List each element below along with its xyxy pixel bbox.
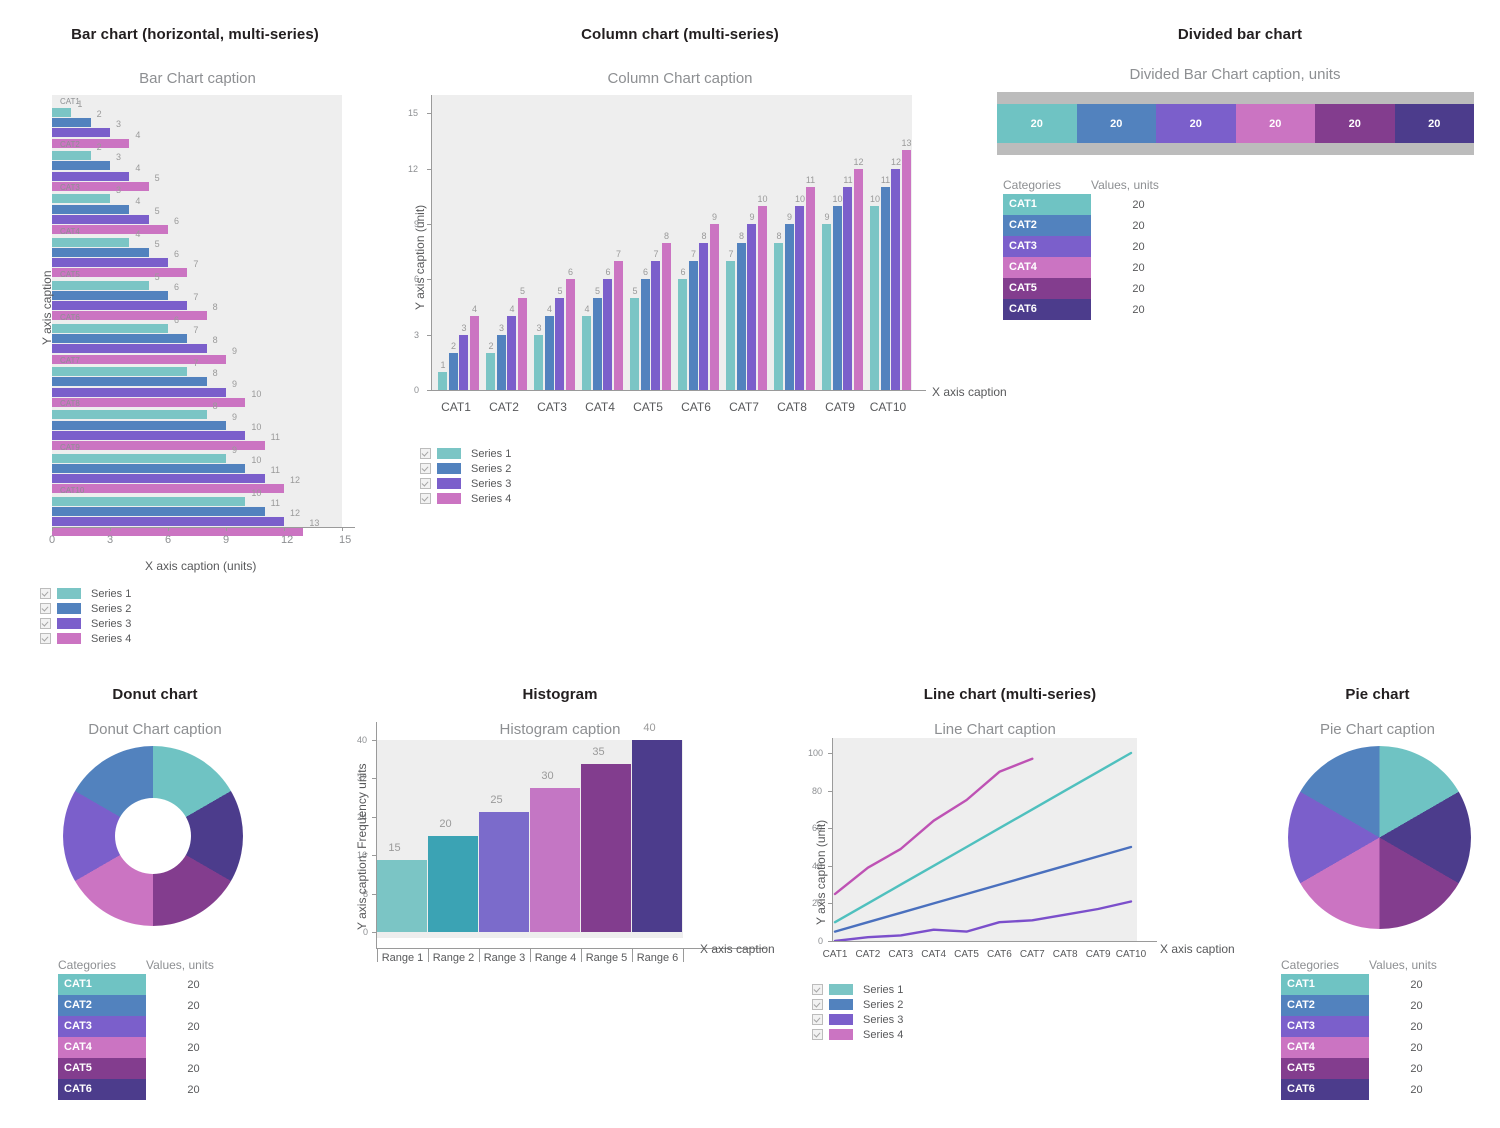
line-category-label: CAT1	[822, 949, 848, 960]
y-tick	[828, 828, 832, 830]
y-tick	[828, 790, 832, 792]
y-tick-label: 0	[818, 936, 824, 946]
table-row: CAT5 20	[58, 1058, 241, 1079]
series-checkbox[interactable]	[812, 999, 823, 1010]
divided-bar-segment: 20	[1394, 104, 1474, 143]
table-row: CAT2 20	[1281, 995, 1464, 1016]
line-chart-y-axis	[832, 738, 833, 941]
category-name: CAT5	[1281, 1058, 1369, 1079]
series-swatch	[829, 984, 853, 995]
category-name: CAT5	[58, 1058, 146, 1079]
category-value: 20	[1410, 1083, 1423, 1096]
line-category-label: CAT8	[1052, 949, 1078, 960]
table-row: CAT6 20	[1281, 1079, 1464, 1100]
category-value: 20	[1410, 1020, 1423, 1033]
category-value: 20	[1410, 1041, 1423, 1054]
y-tick	[828, 865, 832, 867]
line-category-label: CAT3	[888, 949, 914, 960]
line-category-label: CAT4	[921, 949, 947, 960]
legend-item[interactable]: Series 1	[812, 982, 903, 997]
pie-chart-panel: Pie chart	[1255, 686, 1500, 703]
pie-chart-graphic	[1288, 746, 1471, 929]
series-swatch	[829, 1029, 853, 1040]
categories-header: Categories	[1281, 958, 1340, 972]
values-header: Values, units	[1369, 958, 1437, 972]
series-label: Series 3	[863, 1013, 904, 1026]
category-table-body: CAT1 20 CAT2 20 CAT3 20 CAT4 20 CAT5 20 CAT6 20	[1281, 974, 1464, 1100]
table-row: CAT4 20	[1281, 1037, 1464, 1058]
series-checkbox[interactable]	[812, 984, 823, 995]
category-name: CAT6	[1281, 1079, 1369, 1100]
line-series	[833, 900, 1133, 941]
table-row: CAT6 20	[58, 1079, 241, 1100]
legend-item[interactable]: Series 3	[812, 1012, 903, 1027]
line-category-label: CAT5	[954, 949, 979, 960]
table-row: CAT1 20	[1281, 974, 1464, 995]
category-value: 20	[187, 1083, 200, 1096]
line-category-label: CAT7	[1019, 949, 1045, 960]
line-chart-legend: Series 1 Series 2 Series 3 Series 4	[812, 982, 903, 1042]
y-tick-label: 80	[812, 785, 823, 796]
line-category-label: CAT2	[855, 949, 881, 960]
line-chart-x-axis	[832, 941, 1157, 942]
category-name: CAT6	[58, 1079, 146, 1100]
y-tick	[828, 753, 832, 755]
series-label: Series 2	[863, 998, 904, 1011]
line-category-label: CAT6	[987, 949, 1012, 960]
line-series	[833, 751, 1133, 924]
line-category-label: CAT9	[1085, 949, 1111, 960]
category-table-header: Categories Values, units	[1281, 956, 1464, 974]
line-chart-lines	[833, 751, 1133, 941]
category-value: 20	[1410, 1062, 1423, 1075]
divided-bar-segment: 20	[1315, 104, 1395, 143]
line-chart-figure: 0 20 40 60 80 100 CAT1 CAT2 CAT3 CAT4 CAT5 CAT6 CAT…	[0, 0, 1260, 1060]
y-tick-label: 100	[808, 748, 824, 759]
line-series	[833, 845, 1133, 933]
line-category-label: CAT10	[1115, 949, 1147, 960]
category-name: CAT3	[1281, 1016, 1369, 1037]
y-tick	[828, 903, 832, 905]
line-chart-x-axis-caption: X axis caption	[1160, 942, 1235, 956]
category-name: CAT4	[1281, 1037, 1369, 1058]
legend-item[interactable]: Series 2	[812, 997, 903, 1012]
y-tick	[828, 941, 832, 942]
series-checkbox[interactable]	[812, 1014, 823, 1025]
legend-item[interactable]: Series 4	[812, 1027, 903, 1042]
category-value: 20	[187, 1062, 200, 1075]
series-swatch	[829, 999, 853, 1010]
table-row: CAT5 20	[1281, 1058, 1464, 1079]
line-chart-y-axis-caption: Y axis caption (unit)	[814, 819, 828, 925]
series-swatch	[829, 1014, 853, 1025]
pie-category-table: Categories Values, units CAT1 20 CAT2 20 CAT…	[1281, 956, 1464, 1100]
series-checkbox[interactable]	[812, 1029, 823, 1040]
series-label: Series 4	[863, 1028, 904, 1041]
category-value: 20	[1410, 999, 1423, 1012]
pie-chart-panel-title: Pie chart	[1345, 686, 1410, 703]
series-label: Series 1	[863, 983, 904, 996]
table-row: CAT3 20	[1281, 1016, 1464, 1037]
pie-chart-caption: Pie Chart caption	[1319, 721, 1436, 738]
category-name: CAT2	[1281, 995, 1369, 1016]
category-name: CAT1	[1281, 974, 1369, 995]
category-value: 20	[1410, 978, 1423, 991]
